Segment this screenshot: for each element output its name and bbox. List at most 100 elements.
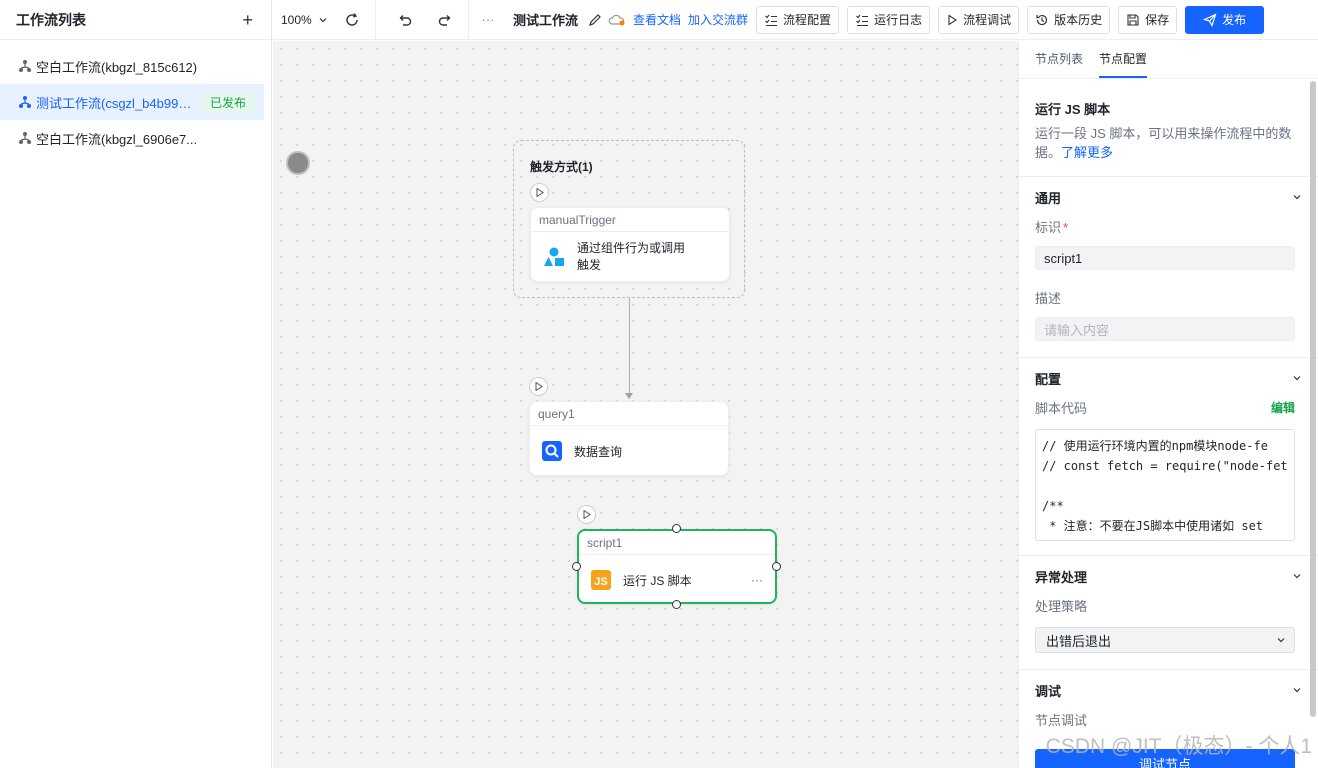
trigger-shapes-icon: [544, 247, 564, 266]
flow-config-label: 流程配置: [783, 13, 832, 27]
js-script-icon: JS: [591, 570, 611, 590]
id-input[interactable]: script1: [1035, 246, 1295, 270]
node-body: JS 运行 JS 脚本 ···: [579, 555, 775, 605]
node-label: 运行 JS 脚本: [623, 573, 692, 588]
section-debug-header[interactable]: 调试: [1035, 670, 1302, 710]
edit-code-link[interactable]: 编辑: [1271, 399, 1295, 416]
connect-handle-top[interactable]: [672, 524, 681, 533]
top-toolbar: 100% ··· 测试工作流 查看文档 加入交流群 流程配置 运行日志 流程调试…: [273, 0, 1318, 40]
code-label-row: 脚本代码 编辑: [1035, 398, 1295, 417]
workflow-item-active[interactable]: 测试工作流(csgzl_b4b991c) 已发布: [0, 84, 264, 120]
sidebar-header: 工作流列表 +: [0, 0, 271, 40]
id-label-text: 标识: [1035, 220, 1062, 235]
node-body: 通过组件行为或调用 触发: [531, 232, 729, 282]
trigger-group-label: 触发方式(1): [530, 160, 593, 174]
desc-field-label: 描述: [1035, 291, 1062, 306]
section-config-header[interactable]: 配置: [1035, 358, 1302, 398]
published-badge: 已发布: [201, 91, 254, 113]
workflow-item[interactable]: 空白工作流(kbgzl_815c612): [0, 48, 264, 84]
connect-handle-left[interactable]: [572, 562, 581, 571]
view-docs-link[interactable]: 查看文档: [633, 11, 681, 28]
checklist-icon: [856, 14, 869, 26]
save-icon: [1127, 13, 1139, 26]
sidebar-title: 工作流列表: [16, 11, 86, 28]
workflow-list: 空白工作流(kbgzl_815c612) 测试工作流(csgzl_b4b991c…: [0, 40, 271, 156]
id-field-label: 标识 *: [1035, 217, 1302, 236]
description-input[interactable]: 请输入内容: [1035, 317, 1295, 341]
zoom-select[interactable]: 100%: [273, 13, 337, 27]
strategy-field-label: 处理策略: [1035, 599, 1088, 614]
zoom-value: 100%: [281, 12, 312, 27]
section-title: 异常处理: [1035, 569, 1088, 585]
undo-icon[interactable]: [390, 0, 420, 40]
data-query-icon: [542, 441, 562, 461]
node-id: query1: [530, 402, 728, 426]
cloud-sync-icon: [608, 13, 626, 27]
error-strategy-select[interactable]: 出错后退出: [1035, 627, 1295, 653]
node-script1[interactable]: script1 JS 运行 JS 脚本 ···: [577, 529, 777, 604]
panel-tabs: 节点列表 节点配置: [1019, 41, 1318, 79]
run-log-label: 运行日志: [874, 13, 923, 27]
refresh-icon[interactable]: [337, 0, 367, 40]
arrow-down-icon: [625, 393, 633, 399]
section-general-header[interactable]: 通用: [1035, 177, 1302, 217]
workflow-canvas[interactable]: 触发方式(1) manualTrigger 通过组件行为或调用 触发 query…: [273, 41, 1018, 768]
play-circle-icon[interactable]: [577, 505, 596, 524]
join-group-link[interactable]: 加入交流群: [688, 11, 748, 28]
flow-config-button[interactable]: 流程配置: [756, 5, 840, 34]
publish-label: 发布: [1222, 13, 1247, 27]
connect-handle-bottom[interactable]: [672, 600, 681, 609]
workflow-icon: [18, 95, 32, 109]
chevron-down-icon: [319, 17, 327, 22]
version-history-button[interactable]: 版本历史: [1027, 5, 1111, 34]
checklist-icon: [765, 14, 778, 26]
node-debug-label: 节点调试: [1035, 713, 1088, 728]
section-error-header[interactable]: 异常处理: [1035, 556, 1302, 596]
node-config-panel: 节点列表 节点配置 运行 JS 脚本 运行一段 JS 脚本，可以用来操作流程中的…: [1018, 41, 1318, 768]
chevron-down-icon: [1293, 574, 1301, 579]
connect-handle-right[interactable]: [772, 562, 781, 571]
plus-icon[interactable]: +: [242, 11, 253, 29]
node-type-desc: 运行一段 JS 脚本，可以用来操作流程中的数据。了解更多: [1035, 124, 1295, 162]
divider: [468, 0, 469, 40]
node-id: script1: [579, 531, 775, 555]
more-icon[interactable]: ···: [473, 0, 503, 40]
redo-icon[interactable]: [430, 0, 460, 40]
flow-debug-label: 流程调试: [963, 13, 1012, 27]
script-code-editor[interactable]: // 使用运行环境内置的npm模块node-fe // const fetch …: [1035, 429, 1295, 541]
watermark: CSDN @JIT（极态）- 个人1: [1045, 735, 1312, 758]
save-label: 保存: [1145, 13, 1170, 27]
play-circle-icon[interactable]: [530, 183, 549, 202]
workflow-sidebar: 工作流列表 + 空白工作流(kbgzl_815c612) 测试工作流(csgzl…: [0, 0, 272, 768]
node-label: 数据查询: [574, 444, 623, 459]
edge-connector: [629, 298, 630, 394]
section-title: 调试: [1035, 683, 1062, 699]
send-icon: [1203, 12, 1217, 27]
required-mark: *: [1063, 220, 1069, 235]
workflow-icon: [18, 131, 32, 145]
canvas-status-dot[interactable]: [286, 151, 310, 175]
edit-pencil-icon[interactable]: [588, 13, 602, 27]
section-title: 通用: [1035, 190, 1062, 206]
node-manual-trigger[interactable]: manualTrigger 通过组件行为或调用 触发: [530, 207, 730, 282]
history-icon: [1036, 14, 1048, 25]
panel-content: 运行 JS 脚本 运行一段 JS 脚本，可以用来操作流程中的数据。了解更多 通用…: [1019, 99, 1318, 729]
learn-more-link[interactable]: 了解更多: [1061, 145, 1113, 160]
tab-node-list[interactable]: 节点列表: [1035, 50, 1083, 78]
node-more-icon[interactable]: ···: [751, 573, 763, 587]
svg-text:JS: JS: [594, 576, 607, 588]
play-circle-icon[interactable]: [529, 377, 548, 396]
code-field-label: 脚本代码: [1035, 401, 1088, 416]
panel-scrollbar[interactable]: [1310, 81, 1316, 717]
play-icon: [948, 13, 958, 26]
node-query1[interactable]: query1 数据查询: [529, 401, 729, 476]
version-history-label: 版本历史: [1054, 13, 1103, 27]
save-button[interactable]: 保存: [1118, 5, 1178, 34]
publish-button[interactable]: 发布: [1185, 5, 1265, 34]
tab-node-config[interactable]: 节点配置: [1099, 50, 1148, 78]
run-log-button[interactable]: 运行日志: [847, 5, 931, 34]
node-label: 通过组件行为或调用 触发: [577, 241, 686, 272]
flow-debug-button[interactable]: 流程调试: [938, 5, 1020, 34]
chevron-down-icon: [1277, 638, 1285, 643]
workflow-item[interactable]: 空白工作流(kbgzl_6906e7...: [0, 120, 264, 156]
